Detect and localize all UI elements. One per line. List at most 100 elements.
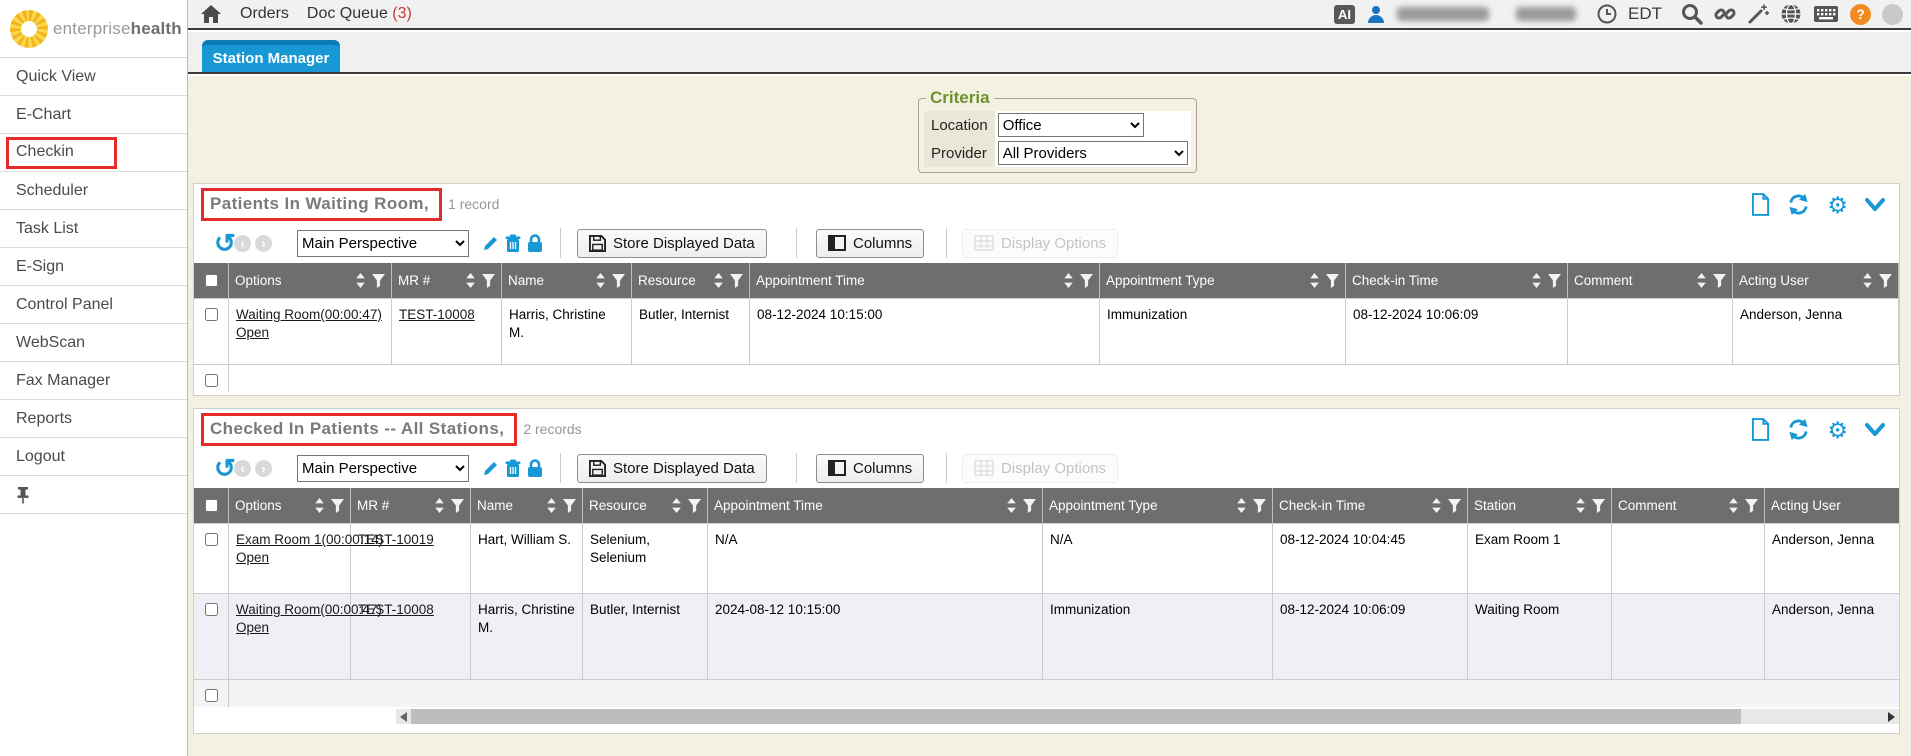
tab-station-manager[interactable]: Station Manager bbox=[202, 40, 340, 72]
sort-icon[interactable] bbox=[1531, 273, 1542, 288]
filter-icon[interactable] bbox=[1023, 499, 1036, 513]
edit-perspective-button[interactable] bbox=[482, 235, 499, 252]
filter-icon[interactable] bbox=[1713, 274, 1726, 288]
sort-icon[interactable] bbox=[713, 273, 724, 288]
sidebar-item-control-panel[interactable]: Control Panel bbox=[0, 286, 187, 324]
column-header-name[interactable]: Name bbox=[471, 488, 583, 523]
search-button[interactable] bbox=[1681, 3, 1703, 25]
filter-icon[interactable] bbox=[1879, 274, 1892, 288]
column-header-appointment-type[interactable]: Appointment Type bbox=[1043, 488, 1273, 523]
mr-number-link[interactable]: TEST-10008 bbox=[358, 601, 434, 619]
scroll-left-arrow[interactable] bbox=[400, 712, 407, 722]
column-header-resource[interactable]: Resource bbox=[583, 488, 708, 523]
provider-select[interactable]: All Providers bbox=[998, 141, 1188, 165]
sidebar-item-task-list[interactable]: Task List bbox=[0, 210, 187, 248]
column-header-options[interactable]: Options bbox=[229, 488, 351, 523]
filter-icon[interactable] bbox=[1253, 499, 1266, 513]
select-all-checkbox[interactable] bbox=[205, 274, 218, 287]
sidebar-item-fax-manager[interactable]: Fax Manager bbox=[0, 362, 187, 400]
sort-icon[interactable] bbox=[546, 498, 557, 513]
column-header-resource[interactable]: Resource bbox=[632, 263, 750, 298]
filter-icon[interactable] bbox=[1548, 274, 1561, 288]
sort-icon[interactable] bbox=[434, 498, 445, 513]
scroll-right-arrow[interactable] bbox=[1888, 712, 1895, 722]
row-checkbox[interactable] bbox=[205, 603, 218, 616]
settings-button[interactable]: ⚙ bbox=[1827, 420, 1848, 440]
scrollbar-track[interactable] bbox=[396, 709, 1899, 724]
refresh-button[interactable] bbox=[1787, 418, 1810, 441]
mr-number-link[interactable]: TEST-10008 bbox=[399, 306, 475, 324]
row-checkbox[interactable] bbox=[205, 533, 218, 546]
filter-icon[interactable] bbox=[1592, 499, 1605, 513]
delete-perspective-button[interactable] bbox=[505, 459, 521, 478]
settings-button[interactable]: ⚙ bbox=[1827, 195, 1848, 215]
prev-perspective-button[interactable]: ‹ bbox=[234, 235, 251, 252]
sidebar-item-reports[interactable]: Reports bbox=[0, 400, 187, 438]
column-header-comment[interactable]: Comment bbox=[1612, 488, 1765, 523]
horizontal-scrollbar[interactable] bbox=[194, 708, 1899, 725]
keyboard-button[interactable] bbox=[1813, 5, 1839, 23]
lock-perspective-button[interactable] bbox=[527, 234, 543, 253]
column-header-comment[interactable]: Comment bbox=[1568, 263, 1733, 298]
column-header-name[interactable]: Name bbox=[502, 263, 632, 298]
mr-number-link[interactable]: TEST-10019 bbox=[358, 531, 434, 549]
perspective-select[interactable]: Main Perspective bbox=[297, 230, 469, 257]
column-header-check-in-time[interactable]: Check-in Time bbox=[1273, 488, 1468, 523]
new-document-button[interactable] bbox=[1751, 193, 1770, 216]
sort-icon[interactable] bbox=[1063, 273, 1074, 288]
filter-icon[interactable] bbox=[688, 499, 701, 513]
column-header-mr-[interactable]: MR # bbox=[392, 263, 502, 298]
open-link[interactable]: Open bbox=[236, 324, 269, 342]
delete-perspective-button[interactable] bbox=[505, 234, 521, 253]
filter-icon[interactable] bbox=[1448, 499, 1461, 513]
home-button[interactable] bbox=[200, 4, 222, 24]
sidebar-item-logout[interactable]: Logout bbox=[0, 438, 187, 476]
station-timer-link[interactable]: Waiting Room(00:00:47) bbox=[236, 306, 382, 324]
user-button[interactable] bbox=[1366, 4, 1386, 24]
avatar[interactable] bbox=[1882, 4, 1903, 25]
globe-button[interactable] bbox=[1780, 3, 1802, 25]
sort-icon[interactable] bbox=[1862, 273, 1873, 288]
sort-icon[interactable] bbox=[355, 273, 366, 288]
refresh-button[interactable] bbox=[1787, 193, 1810, 216]
open-link[interactable]: Open bbox=[236, 549, 269, 567]
column-header-appointment-type[interactable]: Appointment Type bbox=[1100, 263, 1346, 298]
column-header-appointment-time[interactable]: Appointment Time bbox=[708, 488, 1043, 523]
nav-orders[interactable]: Orders bbox=[240, 5, 289, 23]
sidebar-item-scheduler[interactable]: Scheduler bbox=[0, 172, 187, 210]
scrollbar-thumb[interactable] bbox=[411, 709, 1741, 724]
help-button[interactable]: ? bbox=[1850, 4, 1871, 25]
wand-button[interactable] bbox=[1747, 3, 1769, 25]
perspective-select[interactable]: Main Perspective bbox=[297, 455, 469, 482]
reset-perspective-button[interactable]: ↺ bbox=[214, 455, 236, 481]
column-header-station[interactable]: Station bbox=[1468, 488, 1612, 523]
filter-icon[interactable] bbox=[331, 499, 344, 513]
filter-icon[interactable] bbox=[1326, 274, 1339, 288]
sidebar-pin-button[interactable] bbox=[0, 476, 187, 514]
sidebar-item-webscan[interactable]: WebScan bbox=[0, 324, 187, 362]
sort-icon[interactable] bbox=[1309, 273, 1320, 288]
row-checkbox[interactable] bbox=[205, 308, 218, 321]
collapse-button[interactable] bbox=[1865, 423, 1885, 437]
sidebar-item-e-chart[interactable]: E-Chart bbox=[0, 96, 187, 134]
sort-icon[interactable] bbox=[314, 498, 325, 513]
filter-icon[interactable] bbox=[612, 274, 625, 288]
sort-icon[interactable] bbox=[595, 273, 606, 288]
sort-icon[interactable] bbox=[1575, 498, 1586, 513]
reset-perspective-button[interactable]: ↺ bbox=[214, 230, 236, 256]
next-perspective-button[interactable]: › bbox=[255, 460, 272, 477]
filter-icon[interactable] bbox=[451, 499, 464, 513]
filter-icon[interactable] bbox=[372, 274, 385, 288]
location-select[interactable]: Office bbox=[998, 113, 1144, 137]
open-link[interactable]: Open bbox=[236, 619, 269, 637]
footer-checkbox[interactable] bbox=[205, 374, 218, 387]
select-all-checkbox[interactable] bbox=[205, 499, 218, 512]
columns-button[interactable]: Columns bbox=[816, 454, 924, 483]
edit-perspective-button[interactable] bbox=[482, 460, 499, 477]
sort-icon[interactable] bbox=[1728, 498, 1739, 513]
column-header-check-in-time[interactable]: Check-in Time bbox=[1346, 263, 1568, 298]
sidebar-item-checkin[interactable]: Checkin bbox=[0, 134, 187, 172]
footer-checkbox[interactable] bbox=[205, 689, 218, 702]
sort-icon[interactable] bbox=[1431, 498, 1442, 513]
filter-icon[interactable] bbox=[1080, 274, 1093, 288]
